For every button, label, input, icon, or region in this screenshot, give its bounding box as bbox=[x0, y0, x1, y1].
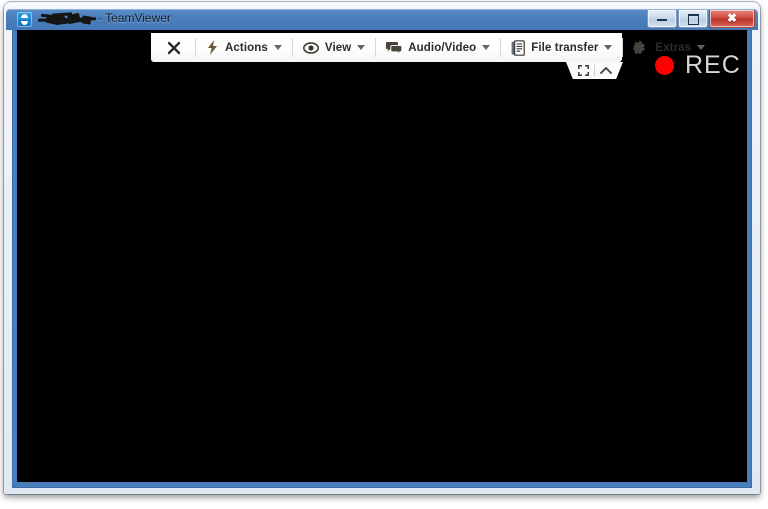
toolbar-label-audio-video: Audio/Video bbox=[408, 41, 477, 54]
session-toolbar: Actions View Audio/Video File transfer E… bbox=[151, 33, 706, 62]
close-session-button[interactable] bbox=[151, 33, 195, 62]
window-title-text: - TeamViewer bbox=[98, 11, 171, 25]
close-x-icon bbox=[167, 41, 181, 54]
chevron-up-icon[interactable] bbox=[599, 66, 612, 75]
tab-separator bbox=[593, 65, 595, 76]
toolbar-item-actions[interactable]: Actions bbox=[196, 33, 292, 62]
teamviewer-window: - TeamViewer ✖ Actions View Audio/Video … bbox=[4, 2, 760, 494]
recording-label: REC bbox=[685, 51, 741, 79]
toolbar-label-actions: Actions bbox=[225, 41, 268, 54]
toolbar-item-audio-video[interactable]: Audio/Video bbox=[376, 33, 500, 62]
toolbar-label-file-transfer: File transfer bbox=[531, 41, 599, 54]
chevron-down-icon bbox=[357, 45, 366, 50]
lightning-bolt-icon bbox=[208, 40, 217, 55]
eye-icon bbox=[302, 41, 319, 54]
maximize-icon bbox=[688, 14, 699, 25]
maximize-button[interactable] bbox=[678, 10, 708, 28]
remote-desktop-view[interactable] bbox=[17, 30, 747, 482]
record-dot-icon bbox=[655, 56, 674, 75]
document-transfer-icon bbox=[511, 39, 526, 56]
window-controls: ✖ bbox=[646, 10, 755, 28]
redacted-partner-id bbox=[37, 12, 97, 26]
close-window-button[interactable]: ✖ bbox=[709, 10, 755, 28]
minimize-button[interactable] bbox=[647, 10, 677, 28]
minimize-icon bbox=[657, 19, 667, 21]
toolbar-tab bbox=[566, 62, 623, 79]
toolbar-label-view: View bbox=[324, 41, 352, 54]
toolbar-item-file-transfer[interactable]: File transfer bbox=[501, 33, 622, 62]
chevron-down-icon bbox=[482, 45, 491, 50]
chevron-down-icon bbox=[273, 45, 282, 50]
fullscreen-corners-icon[interactable] bbox=[577, 65, 589, 76]
toolbar-item-view[interactable]: View bbox=[293, 33, 375, 62]
puzzle-piece-icon bbox=[633, 40, 646, 55]
teamviewer-icon bbox=[17, 12, 32, 27]
window-titlebar[interactable]: - TeamViewer ✖ bbox=[6, 9, 758, 30]
speech-bubbles-icon bbox=[386, 41, 403, 55]
close-icon: ✖ bbox=[726, 11, 738, 25]
recording-indicator: REC bbox=[655, 53, 741, 78]
screenshot-root: - TeamViewer ✖ Actions View Audio/Video … bbox=[0, 0, 768, 509]
chevron-down-icon bbox=[604, 45, 613, 50]
remote-view-bezel bbox=[12, 30, 752, 488]
chevron-down-icon bbox=[697, 45, 706, 50]
